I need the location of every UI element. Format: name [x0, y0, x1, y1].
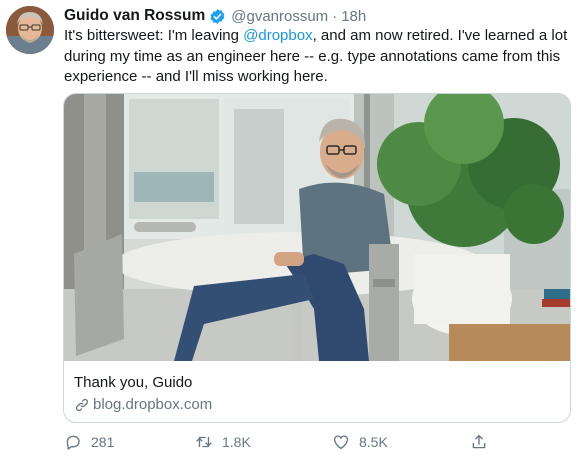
action-bar: 281 1.8K 8.5K [64, 430, 486, 454]
separator-dot: · [332, 7, 338, 25]
share-button[interactable] [470, 430, 497, 454]
avatar[interactable] [6, 6, 54, 54]
reply-button[interactable]: 281 [64, 430, 114, 454]
retweet-count: 1.8K [222, 434, 251, 450]
reply-count: 281 [91, 434, 115, 450]
tweet[interactable]: Guido van Rossum @gvanrossum · 18h It's … [0, 0, 583, 459]
card-image[interactable] [64, 94, 570, 361]
link-icon [74, 397, 90, 413]
like-button[interactable]: 8.5K [332, 430, 388, 454]
tweet-header: Guido van Rossum @gvanrossum · 18h [64, 6, 366, 26]
mention-link[interactable]: @dropbox [243, 27, 312, 44]
reply-icon [66, 435, 80, 450]
tweet-text-start: It's bittersweet: I'm leaving [64, 27, 244, 44]
like-count: 8.5K [359, 434, 388, 450]
card-domain: blog.dropbox.com [93, 396, 213, 413]
display-name[interactable]: Guido van Rossum [64, 7, 205, 25]
share-icon [472, 434, 486, 449]
verified-badge-icon [209, 8, 226, 25]
retweet-icon [196, 436, 212, 448]
card-title[interactable]: Thank you, Guido [74, 374, 192, 391]
card-url[interactable]: blog.dropbox.com [74, 396, 212, 413]
heart-icon [333, 435, 349, 450]
timestamp[interactable]: 18h [341, 8, 366, 25]
retweet-button[interactable]: 1.8K [195, 430, 251, 454]
handle[interactable]: @gvanrossum [231, 8, 328, 25]
tweet-text: It's bittersweet: I'm leaving @dropbox, … [64, 26, 574, 88]
link-card[interactable]: Thank you, Guido blog.dropbox.com [63, 93, 571, 423]
